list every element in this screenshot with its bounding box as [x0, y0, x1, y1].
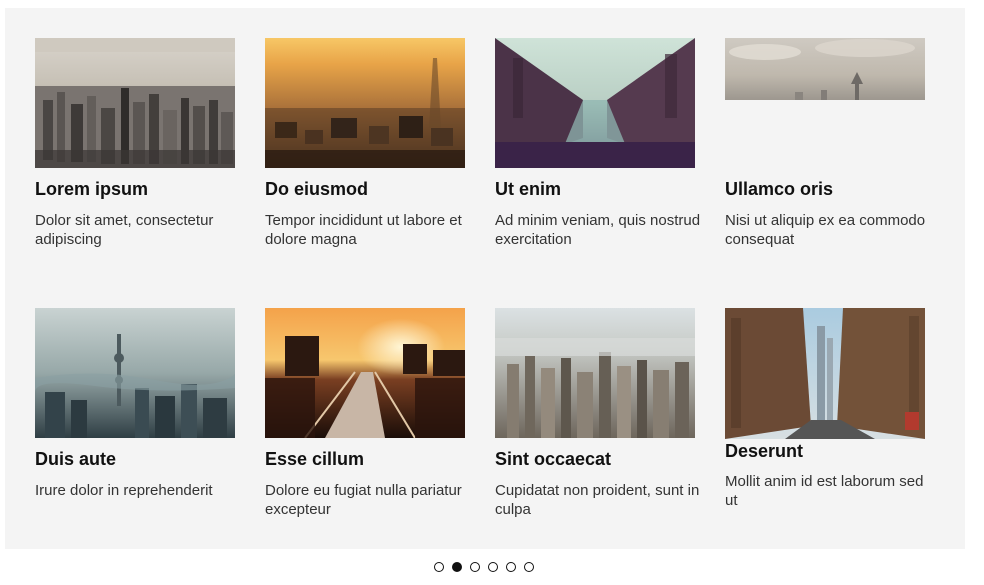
- cloudy-skyline-photo[interactable]: [725, 38, 925, 100]
- street-canyon-photo[interactable]: [725, 308, 925, 439]
- card-title[interactable]: Sint occaecat: [495, 448, 611, 470]
- card-description: Ad minim veniam, quis nostrud exercitati…: [495, 212, 701, 248]
- golden-hour-city-photo[interactable]: [265, 38, 465, 168]
- hazy-city-tower-photo[interactable]: [35, 308, 235, 438]
- card-description: Irure dolor in reprehenderit: [35, 482, 213, 499]
- card-description: Mollit anim id est laborum sed ut: [725, 473, 924, 509]
- card-title[interactable]: Lorem ipsum: [35, 178, 148, 200]
- card-title[interactable]: Esse cillum: [265, 448, 364, 470]
- card-description: Cupidatat non proident, sunt in culpa: [495, 482, 700, 518]
- pagination-dot[interactable]: [470, 562, 480, 572]
- card-description: Tempor incididunt ut labore et dolore ma…: [265, 212, 462, 248]
- pagination-dot[interactable]: [434, 562, 444, 572]
- canal-dusk-photo[interactable]: [495, 38, 695, 168]
- pagination-dot[interactable]: [452, 562, 462, 572]
- card-title[interactable]: Do eiusmod: [265, 178, 368, 200]
- card-title[interactable]: Ut enim: [495, 178, 561, 200]
- card-title[interactable]: Ullamco oris: [725, 178, 833, 200]
- sunset-rail-photo[interactable]: [265, 308, 465, 438]
- carousel-pagination: [0, 561, 968, 575]
- card-title[interactable]: Deserunt: [725, 440, 803, 462]
- carousel-widget: Lorem ipsum Dolor sit amet, consectetur …: [0, 0, 984, 585]
- pagination-dot[interactable]: [488, 562, 498, 572]
- card-description: Dolor sit amet, consectetur adipiscing: [35, 212, 214, 248]
- carousel-panel: Lorem ipsum Dolor sit amet, consectetur …: [5, 8, 965, 549]
- pagination-dot[interactable]: [524, 562, 534, 572]
- pagination-dot[interactable]: [506, 562, 516, 572]
- card-description: Dolore eu fugiat nulla pariatur excepteu…: [265, 482, 462, 518]
- foggy-downtown-photo[interactable]: [495, 308, 695, 438]
- card-description: Nisi ut aliquip ex ea commodo consequat: [725, 212, 926, 248]
- aerial-city-skyline-photo[interactable]: [35, 38, 235, 168]
- card-title[interactable]: Duis aute: [35, 448, 116, 470]
